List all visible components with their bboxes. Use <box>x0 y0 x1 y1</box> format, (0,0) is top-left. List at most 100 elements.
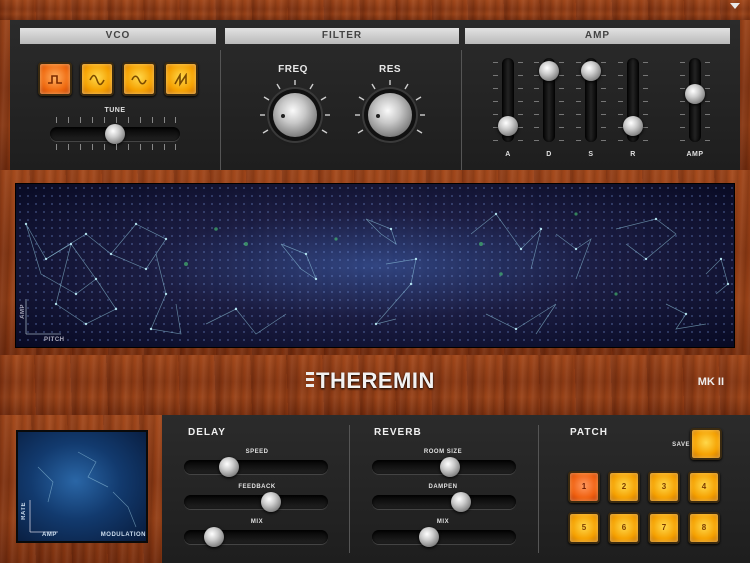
amp-slider-tick <box>559 88 564 89</box>
patch-button-3[interactable]: 3 <box>648 471 680 503</box>
amp-slider-tick <box>534 140 539 141</box>
modulation-title: MODULATION <box>100 532 146 538</box>
pad-constellation-lines <box>24 212 730 335</box>
vco-filter-divider <box>220 50 221 178</box>
amp-slider-tick <box>680 114 685 115</box>
reverb-title: REVERB <box>374 427 422 438</box>
reverb-mix-track[interactable] <box>372 530 516 544</box>
amp-slider-tick <box>518 101 523 102</box>
patch-button-7[interactable]: 7 <box>648 512 680 544</box>
waveform-sawtooth-button[interactable] <box>164 62 198 96</box>
amp-slider-tick <box>534 75 539 76</box>
reverb-dampen-track[interactable] <box>372 495 516 509</box>
tune-slider-thumb[interactable] <box>105 124 125 144</box>
amp-slider-tick <box>601 127 606 128</box>
effects-panel: DELAY SPEED FEEDBACK MIX REVERB ROOM SIZ… <box>162 415 750 563</box>
amp-slider-tick <box>680 75 685 76</box>
amp-slider-tick <box>576 140 581 141</box>
amp-slider-tick <box>559 127 564 128</box>
amp-slider-tick <box>576 75 581 76</box>
amp-slider-tick <box>601 114 606 115</box>
delay-feedback-track[interactable] <box>184 495 328 509</box>
delay-speed-thumb[interactable] <box>218 457 239 477</box>
amp-slider-tick <box>601 101 606 102</box>
amp-slider-tick <box>705 114 710 115</box>
amp-slider-tick <box>705 88 710 89</box>
amp-slider-tick <box>493 140 498 141</box>
amp-slider-tick <box>534 101 539 102</box>
amp-slider-thumb-a[interactable] <box>498 115 518 136</box>
delay-reverb-divider <box>349 425 350 553</box>
sine-alt-wave-icon <box>131 75 147 85</box>
amp-slider-tick <box>680 140 685 141</box>
amp-slider-tick <box>518 140 523 141</box>
amp-slider-tick <box>618 114 623 115</box>
amp-slider-thumb-amp[interactable] <box>685 83 705 104</box>
delay-mix-label: MIX <box>250 519 264 525</box>
amp-slider-tick <box>705 75 710 76</box>
amp-slider-tick <box>559 75 564 76</box>
square-wave-icon <box>48 75 62 84</box>
amp-slider-tick <box>618 88 623 89</box>
amp-slider-tick <box>680 101 685 102</box>
amp-slider-tick <box>559 62 564 63</box>
modulation-pad[interactable]: RATE AMP MODULATION <box>16 430 148 543</box>
save-patch-button[interactable] <box>690 428 722 460</box>
modulation-constellation <box>29 451 137 533</box>
amp-slider-tick <box>534 88 539 89</box>
delay-speed-track[interactable] <box>184 460 328 474</box>
reverb-dampen-thumb[interactable] <box>451 492 472 512</box>
sawtooth-wave-icon <box>174 73 187 87</box>
delay-title: DELAY <box>188 427 226 438</box>
menu-dropdown-icon[interactable] <box>730 3 740 9</box>
amp-slider-tick <box>680 62 685 63</box>
reverb-room-thumb[interactable] <box>440 457 461 477</box>
patch-button-5[interactable]: 5 <box>568 512 600 544</box>
amp-slider-tick <box>576 62 581 63</box>
delay-feedback-thumb[interactable] <box>260 492 281 512</box>
amp-slider-tick <box>643 114 648 115</box>
amp-slider-tick <box>559 101 564 102</box>
tune-label: TUNE <box>104 107 126 114</box>
amp-slider-tick <box>643 127 648 128</box>
amp-slider-tick <box>601 88 606 89</box>
amp-slider-label-d: D <box>546 151 552 158</box>
amp-slider-tick <box>618 75 623 76</box>
waveform-square-button[interactable] <box>38 62 72 96</box>
patch-button-8[interactable]: 8 <box>688 512 720 544</box>
patch-button-2[interactable]: 2 <box>608 471 640 503</box>
amp-slider-tick <box>643 75 648 76</box>
amp-slider-tick <box>705 62 710 63</box>
amp-slider-tick <box>559 114 564 115</box>
res-knob[interactable] <box>368 93 412 137</box>
amp-slider-tick <box>601 140 606 141</box>
amp-slider-tick <box>618 62 623 63</box>
freq-knob[interactable] <box>273 93 317 137</box>
delay-mix-thumb[interactable] <box>203 527 224 547</box>
freq-label: FREQ <box>278 64 308 75</box>
reverb-mix-thumb[interactable] <box>419 527 440 547</box>
reverb-mix-label: MIX <box>436 519 450 525</box>
amp-slider-thumb-s[interactable] <box>581 61 601 82</box>
amp-slider-tick <box>576 127 581 128</box>
res-label: RES <box>378 64 402 75</box>
waveform-sine-alt-button[interactable] <box>122 62 156 96</box>
amp-slider-thumb-d[interactable] <box>539 61 559 82</box>
top-wood-strip <box>0 0 750 20</box>
reverb-patch-divider <box>538 425 539 553</box>
reverb-room-label: ROOM SIZE <box>423 449 463 455</box>
tune-ticks-top <box>56 117 176 123</box>
amp-slider-thumb-r[interactable] <box>623 115 643 136</box>
amp-slider-tick <box>601 62 606 63</box>
brand-name: THEREMIN <box>316 368 435 393</box>
brand-model: MK II <box>697 376 724 388</box>
amp-slider-tick <box>534 127 539 128</box>
waveform-sine-button[interactable] <box>80 62 114 96</box>
patch-button-4[interactable]: 4 <box>688 471 720 503</box>
patch-button-6[interactable]: 6 <box>608 512 640 544</box>
patch-button-1[interactable]: 1 <box>568 471 600 503</box>
pad-x-axis-label: PITCH <box>44 337 65 343</box>
amp-slider-tick <box>705 101 710 102</box>
delay-speed-label: SPEED <box>245 449 269 455</box>
theremin-pitch-amp-pad[interactable]: AMP PITCH <box>15 183 735 348</box>
